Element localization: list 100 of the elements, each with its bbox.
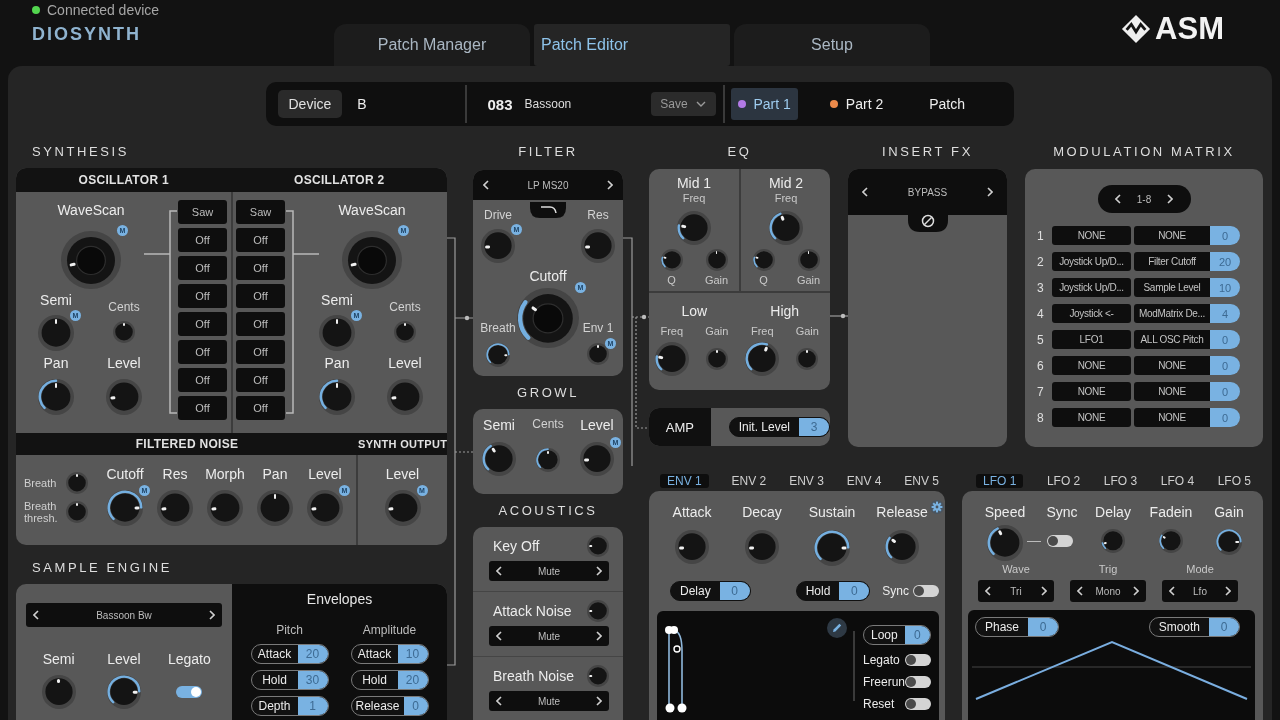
source-selector[interactable]: NONE [1052,408,1131,427]
save-dropdown[interactable]: Save [650,92,716,116]
destination-selector[interactable]: Filter Cutoff [1134,252,1210,271]
waveform-slot-button[interactable]: Off [236,340,285,364]
tab[interactable]: Patch Manager [334,24,530,66]
destination-selector[interactable]: NONE [1134,408,1210,427]
chevron-left-icon[interactable] [1114,194,1121,204]
value-selector[interactable]: LP MS20 [473,170,623,200]
destination-selector[interactable]: Sample Level [1134,278,1210,297]
destination-selector[interactable]: NONE [1134,356,1210,375]
waveform-slot-button[interactable]: Off [178,312,227,336]
tab[interactable]: ENV 2 [731,474,767,488]
chevron-right-icon[interactable] [987,187,993,197]
parameter-pill[interactable]: Hold 30 [250,670,329,690]
toggle-switch[interactable] [1047,535,1073,547]
waveform-slot-button[interactable]: Saw [236,200,285,224]
source-selector[interactable]: Joystick Up/D... [1052,252,1131,271]
parameter-pill[interactable]: Depth 1 [250,696,329,716]
toggle-switch[interactable] [905,698,931,710]
rotary-knob[interactable] [486,343,510,367]
source-selector[interactable]: Joystick Up/D... [1052,278,1131,297]
rotary-knob[interactable] [752,249,775,271]
waveform-slot-button[interactable]: Off [178,284,227,308]
value-selector[interactable]: Bassoon Bw [26,603,222,627]
chevron-right-icon[interactable] [1225,586,1231,596]
part-tab[interactable]: Part 1 [730,88,798,120]
rotary-knob[interactable] [885,530,919,564]
tab[interactable]: ENV 4 [846,474,882,488]
parameter-pill[interactable]: Smooth 0 [1148,617,1240,637]
source-selector[interactable]: NONE [1052,382,1131,401]
chevron-left-icon[interactable] [496,631,502,641]
toggle-switch[interactable] [905,676,932,688]
tab[interactable]: Patch Editor [534,24,730,66]
tab[interactable]: ENV 1 [660,474,709,488]
parameter-pill[interactable]: Attack 20 [250,644,329,664]
chevron-left-icon[interactable] [483,180,489,190]
part-tab[interactable]: Part 2 [815,88,898,120]
rotary-knob[interactable] [587,343,609,365]
tab[interactable]: ENV 5 [904,474,939,488]
waveform-slot-button[interactable]: Off [178,340,227,364]
rotary-knob[interactable] [814,530,850,566]
rotary-knob[interactable] [660,249,683,271]
value-selector[interactable]: Lfo [1162,580,1238,602]
source-selector[interactable]: NONE [1052,356,1131,375]
chevron-right-icon[interactable] [209,610,215,620]
chevron-right-icon[interactable] [596,696,602,706]
rotary-knob[interactable] [319,379,355,415]
source-selector[interactable]: LFO1 [1052,330,1131,349]
rotary-knob[interactable] [481,229,515,263]
destination-selector[interactable]: ALL OSC Pitch [1134,330,1210,349]
parameter-pill[interactable]: Phase 0 [975,617,1060,637]
chevron-right-icon[interactable] [596,566,602,576]
waveform-slot-button[interactable]: Off [236,396,285,420]
parameter-pill[interactable]: Init. Level 3 [728,417,830,437]
value-selector[interactable]: Mute [489,561,609,581]
chevron-left-icon[interactable] [496,566,502,576]
chevron-right-icon[interactable] [1041,586,1047,596]
tab[interactable]: ENV 3 [789,474,824,488]
chevron-right-icon[interactable] [1133,586,1139,596]
waveform-slot-button[interactable]: Off [236,368,285,392]
rotary-knob[interactable] [384,490,421,526]
chevron-right-icon[interactable] [596,631,602,641]
chevron-left-icon[interactable] [985,586,991,596]
rotary-knob[interactable] [107,490,143,526]
rotary-knob[interactable] [987,525,1023,561]
device-button[interactable]: Device [277,90,343,118]
pencil-icon[interactable] [827,618,847,638]
destination-selector[interactable]: NONE [1134,382,1210,401]
rotary-knob[interactable] [1216,529,1242,555]
chevron-right-icon[interactable] [1167,194,1174,204]
parameter-pill[interactable]: Release 0 [350,696,429,716]
destination-selector[interactable]: ModMatrix De... [1134,304,1210,323]
source-selector[interactable]: NONE [1052,226,1131,245]
rotary-knob[interactable] [580,442,614,476]
waveform-slot-button[interactable]: Off [178,256,227,280]
parameter-pill[interactable]: Delay 0 [670,581,751,601]
value-selector[interactable]: Mute [489,626,609,646]
chevron-left-icon[interactable] [33,610,39,620]
chevron-left-icon[interactable] [862,187,868,197]
toggle-switch[interactable] [913,585,939,597]
tab[interactable]: LFO 1 [976,474,1024,488]
settings-icon[interactable] [930,500,944,514]
value-selector[interactable]: Mute [489,691,609,711]
rotary-knob[interactable] [482,442,516,476]
tab[interactable]: Setup [734,24,930,66]
parameter-pill[interactable]: Loop 0 [863,625,931,645]
rotary-knob[interactable] [1159,529,1183,553]
rotary-knob[interactable] [38,379,74,415]
parameter-pill[interactable]: Attack 10 [350,644,429,664]
tab[interactable]: LFO 3 [1103,474,1138,488]
chevron-left-icon[interactable] [1077,586,1083,596]
tab[interactable]: LFO 5 [1217,474,1251,488]
chevron-right-icon[interactable] [607,180,613,190]
waveform-slot-button[interactable]: Off [178,368,227,392]
rotary-knob[interactable] [307,490,343,526]
rotary-knob[interactable] [745,342,780,376]
waveform-slot-button[interactable]: Off [236,284,285,308]
chevron-left-icon[interactable] [1169,586,1175,596]
rotary-knob[interactable] [769,211,803,245]
parameter-pill[interactable]: Hold 20 [350,670,429,690]
